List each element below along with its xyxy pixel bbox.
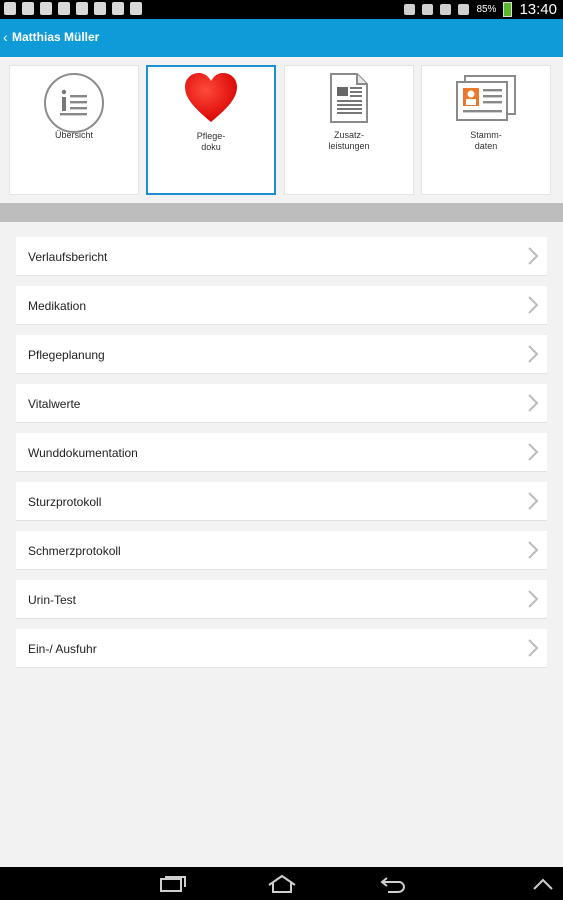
list-item-label: Ein-/ Ausfuhr [28, 642, 97, 656]
store-notification-icon [112, 2, 124, 15]
list-item-label: Vitalwerte [28, 397, 81, 411]
navigation-bar [0, 867, 563, 900]
pflegedoku-menu-list: Verlaufsbericht Medikation Pflegeplanung… [16, 237, 547, 678]
list-item-label: Wunddokumentation [28, 446, 138, 460]
list-item-label: Urin-Test [28, 593, 77, 607]
tile-stammdaten[interactable]: Stamm- daten [421, 65, 551, 195]
list-item-wunddokumentation[interactable]: Wunddokumentation [16, 433, 547, 472]
image-notification-icon [22, 2, 34, 15]
list-item-schmerzprotokoll[interactable]: Schmerzprotokoll [16, 531, 547, 570]
notification-icons [4, 2, 142, 15]
tile-label-zusatzleistungen: Zusatz- leistungen [328, 130, 370, 151]
heart-icon [185, 73, 237, 122]
phone-notification-icon [58, 2, 70, 15]
chevron-right-icon [528, 492, 539, 510]
document-icon [330, 73, 368, 123]
home-icon[interactable] [266, 874, 298, 894]
chevron-right-icon [528, 296, 539, 314]
list-item-vitalwerte[interactable]: Vitalwerte [16, 384, 547, 423]
triangle-notification-icon [76, 2, 88, 15]
chevron-up-icon[interactable] [532, 877, 554, 891]
calendar-notification-icon [40, 2, 52, 15]
tile-label-pflegedoku: Pflege- doku [196, 131, 226, 152]
tile-pflegedoku[interactable]: Pflege- doku [146, 65, 276, 195]
chevron-right-icon [528, 541, 539, 559]
page-title[interactable]: Matthias Müller [12, 30, 99, 44]
action-bar: ‹ Matthias Müller [0, 19, 563, 57]
list-item-sturzprotokoll[interactable]: Sturzprotokoll [16, 482, 547, 521]
blocked-notification-icon [94, 2, 106, 15]
id-card-icon [456, 75, 516, 121]
list-item-label: Schmerzprotokoll [28, 544, 121, 558]
list-item-medikation[interactable]: Medikation [16, 286, 547, 325]
eye-icon [404, 4, 416, 15]
tile-label-uebersicht: Übersicht [54, 130, 93, 140]
mute-icon [440, 4, 452, 15]
gallery-notification-icon [4, 2, 16, 15]
bluetooth-icon [422, 4, 434, 15]
chevron-right-icon [528, 639, 539, 657]
recent-apps-icon[interactable] [158, 874, 188, 894]
info-list-icon [44, 73, 104, 133]
download-notification-icon [130, 2, 142, 15]
list-item-label: Pflegeplanung [28, 348, 105, 362]
section-divider [0, 203, 563, 222]
clock: 13:40 [519, 1, 557, 18]
chevron-right-icon [528, 345, 539, 363]
chevron-right-icon [528, 247, 539, 265]
list-item-label: Verlaufsbericht [28, 250, 108, 264]
chevron-right-icon [528, 394, 539, 412]
tile-label-stammdaten: Stamm- daten [470, 130, 502, 151]
battery-icon [503, 2, 513, 17]
tile-uebersicht[interactable]: Übersicht [9, 65, 139, 195]
list-item-label: Medikation [28, 299, 87, 313]
chevron-right-icon [528, 590, 539, 608]
battery-percent: 85% [476, 4, 497, 15]
status-bar: 85% 13:40 [0, 0, 563, 19]
chevron-right-icon [528, 443, 539, 461]
list-item-pflegeplanung[interactable]: Pflegeplanung [16, 335, 547, 374]
category-tiles: Übersicht Pflege- doku Zusatz- leistunge… [0, 57, 563, 203]
back-icon[interactable] [379, 874, 407, 894]
wifi-icon [458, 4, 470, 15]
list-item-ein-ausfuhr[interactable]: Ein-/ Ausfuhr [16, 629, 547, 668]
back-chevron-icon[interactable]: ‹ [3, 29, 8, 45]
list-item-label: Sturzprotokoll [28, 495, 102, 509]
list-item-verlaufsbericht[interactable]: Verlaufsbericht [16, 237, 547, 276]
tile-zusatzleistungen[interactable]: Zusatz- leistungen [284, 65, 414, 195]
list-item-urin-test[interactable]: Urin-Test [16, 580, 547, 619]
